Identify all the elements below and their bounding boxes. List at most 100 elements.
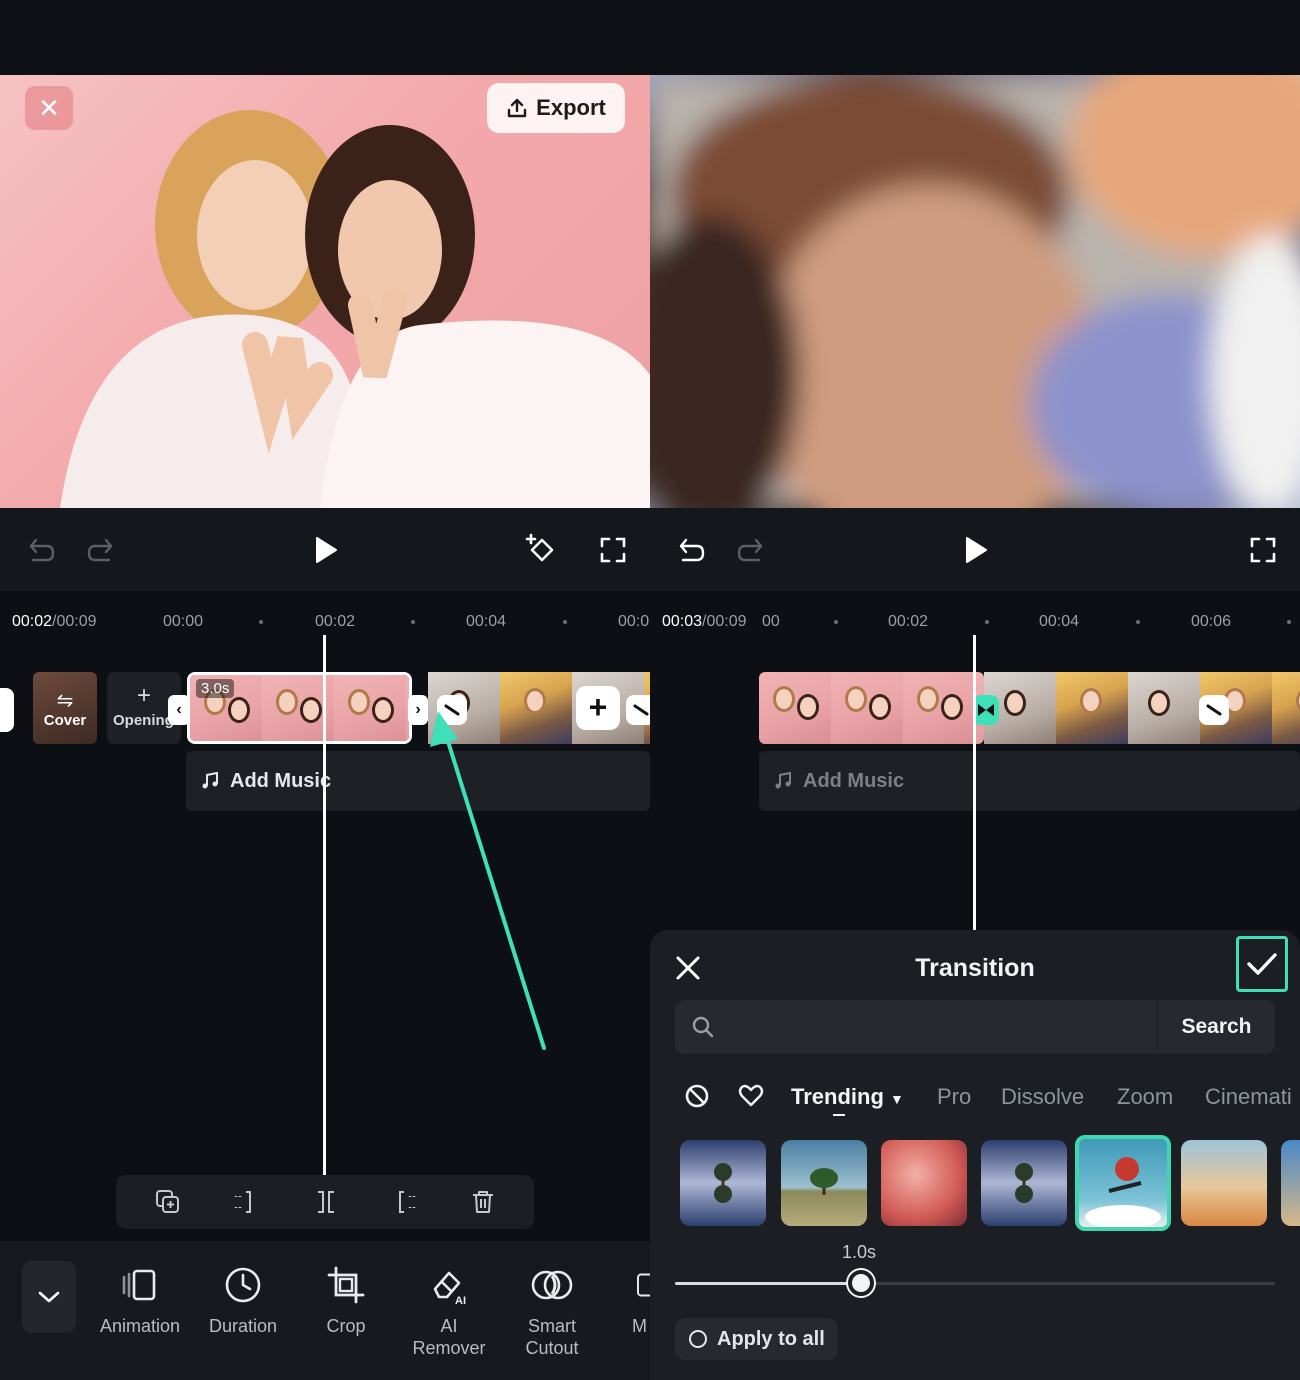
add-music-track[interactable]: Add Music <box>186 751 650 811</box>
caret-down-icon: ▼ <box>890 1091 904 1107</box>
preset-thumbnail <box>810 1168 838 1195</box>
preset-thumbnail <box>1015 1163 1033 1203</box>
clock-icon <box>225 1267 261 1303</box>
fullscreen-icon[interactable] <box>593 530 633 570</box>
transition-preset-selected[interactable] <box>1075 1135 1171 1231</box>
play-icon[interactable] <box>956 530 996 570</box>
animation-icon <box>122 1269 156 1301</box>
preset-thumbnail <box>1085 1157 1161 1227</box>
clip-frame <box>903 672 975 744</box>
tool-crop[interactable]: Crop <box>296 1263 396 1337</box>
split-icon[interactable] <box>312 1188 340 1216</box>
transition-preset[interactable] <box>680 1140 766 1226</box>
playhead[interactable] <box>323 635 326 1175</box>
transition-preset[interactable] <box>1281 1140 1300 1226</box>
favorite-heart-icon[interactable] <box>737 1082 765 1110</box>
clip-1[interactable] <box>759 672 984 744</box>
collapse-button[interactable] <box>22 1261 76 1333</box>
ruler-tick: 00:04 <box>466 613 507 630</box>
chevron-down-icon <box>38 1291 60 1303</box>
export-button[interactable]: Export <box>487 83 625 133</box>
total-time: /00:09 <box>702 613 747 630</box>
time-display: 00:03/00:09 <box>662 613 747 631</box>
ruler-dot <box>563 620 567 624</box>
add-music-track[interactable]: Add Music <box>759 751 1300 811</box>
tool-ai-remover[interactable]: AI AI Remover <box>399 1263 499 1359</box>
confirm-button[interactable] <box>1236 936 1288 992</box>
transition-icon <box>444 704 460 716</box>
duplicate-icon[interactable] <box>154 1188 182 1216</box>
add-clip-button[interactable]: + <box>576 686 620 730</box>
ruler-tick: 00:04 <box>1039 613 1080 630</box>
cover-label: Cover <box>43 712 87 729</box>
radio-icon <box>689 1330 707 1348</box>
time-display: 00:02/00:09 <box>12 613 97 631</box>
duration-slider[interactable] <box>675 1282 1275 1285</box>
music-note-icon <box>202 771 218 789</box>
bowtie-icon <box>978 704 994 716</box>
tab-pro[interactable]: Pro <box>937 1084 971 1110</box>
undo-icon[interactable] <box>670 530 710 570</box>
transition-button[interactable] <box>1199 695 1229 725</box>
ruler-dot <box>834 620 838 624</box>
transition-preset[interactable] <box>981 1140 1067 1226</box>
preview-image <box>650 75 1300 508</box>
export-label: Export <box>536 95 606 120</box>
tools-bar: Animation Duration Crop AI AI Remover Sm… <box>0 1241 650 1380</box>
sheet-title: Transition <box>915 954 1035 982</box>
redo-icon[interactable] <box>82 530 122 570</box>
transition-preset[interactable] <box>1181 1140 1267 1226</box>
clip-frame <box>759 672 831 744</box>
fullscreen-icon[interactable] <box>1243 530 1283 570</box>
apply-to-all-toggle[interactable]: Apply to all <box>675 1318 838 1360</box>
transition-button[interactable] <box>626 695 650 725</box>
tab-zoom[interactable]: Zoom <box>1117 1084 1173 1110</box>
keyframe-icon[interactable] <box>522 530 562 570</box>
undo-icon[interactable] <box>20 530 60 570</box>
trim-start-icon[interactable] <box>232 1188 260 1216</box>
tool-smart-cutout[interactable]: Smart Cutout <box>502 1263 602 1359</box>
tool-more[interactable]: M <box>605 1263 650 1337</box>
trim-end-icon[interactable] <box>390 1188 418 1216</box>
play-icon[interactable] <box>306 530 346 570</box>
ruler-dot <box>985 620 989 624</box>
tool-label: Smart Cutout <box>525 1316 579 1358</box>
cover-button[interactable]: ⇋ Cover <box>33 672 97 744</box>
track-start-handle[interactable] <box>0 688 14 732</box>
total-time: /00:09 <box>52 613 97 630</box>
search-icon <box>692 1016 714 1038</box>
clip-frame <box>1056 672 1128 744</box>
svg-text:AI: AI <box>455 1295 466 1305</box>
selected-clip[interactable]: 3.0s <box>187 672 412 744</box>
tab-dissolve[interactable]: Dissolve <box>1001 1084 1084 1110</box>
transition-preset[interactable] <box>781 1140 867 1226</box>
tool-animation[interactable]: Animation <box>90 1263 190 1337</box>
tool-duration[interactable]: Duration <box>193 1263 293 1337</box>
add-music-label: Add Music <box>230 769 332 792</box>
delete-icon[interactable] <box>469 1188 497 1216</box>
redo-icon[interactable] <box>732 530 772 570</box>
clip-2[interactable] <box>984 672 1300 744</box>
clip-trim-right-handle[interactable]: › <box>408 695 428 725</box>
ruler-tick: 00:06 <box>1191 613 1232 630</box>
crop-icon <box>327 1266 365 1304</box>
applied-transition-button[interactable] <box>973 695 999 725</box>
ruler-dot <box>1287 620 1291 624</box>
transition-preset[interactable] <box>881 1140 967 1226</box>
tab-cinematic[interactable]: Cinemati <box>1205 1084 1292 1110</box>
search-button[interactable]: Search <box>1157 1000 1275 1054</box>
ai-eraser-icon: AI <box>433 1271 466 1305</box>
slider-handle[interactable] <box>848 1270 874 1296</box>
tool-label: Animation <box>99 1316 181 1336</box>
transition-button[interactable] <box>437 695 467 725</box>
tab-trending[interactable]: Trending ▼ <box>791 1084 904 1110</box>
upload-icon <box>507 98 527 118</box>
video-preview: ✕ Export <box>0 75 650 508</box>
none-icon[interactable] <box>683 1082 711 1110</box>
swap-icon: ⇋ <box>56 690 74 712</box>
transition-sheet: Transition Search Trending ▼ Pro Dissolv… <box>650 930 1300 1380</box>
search-input[interactable]: Search <box>675 1000 1275 1054</box>
close-button[interactable]: ✕ <box>25 86 73 130</box>
tab-label: Trending <box>791 1084 884 1109</box>
playhead[interactable] <box>973 635 976 930</box>
